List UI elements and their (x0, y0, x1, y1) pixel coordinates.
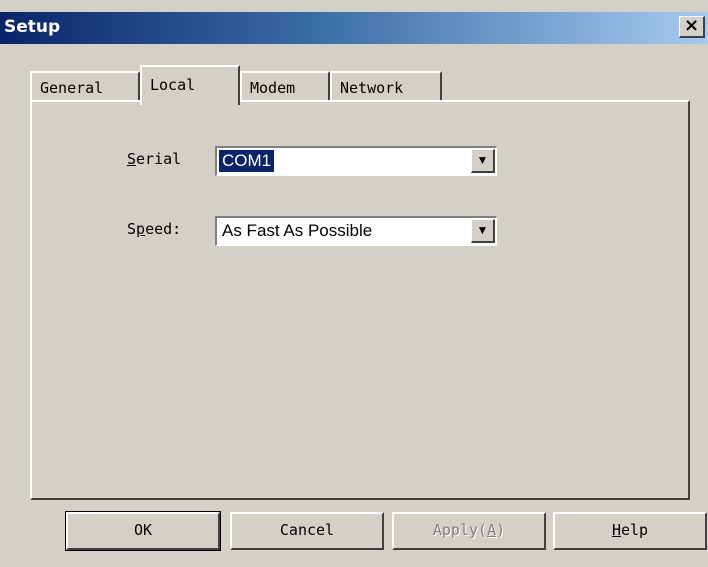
help-label: Help (611, 521, 649, 539)
tab-network-label: Network (340, 79, 404, 97)
serial-select[interactable]: COM1 ▼ (215, 146, 497, 176)
title-bar[interactable]: Setup × (0, 12, 708, 44)
cancel-button[interactable]: Cancel (230, 512, 384, 550)
speed-select[interactable]: As Fast As Possible ▼ (215, 216, 497, 246)
chevron-down-icon: ▼ (476, 223, 489, 237)
window-title: Setup (4, 17, 61, 37)
tab-modem[interactable]: Modem (240, 71, 330, 101)
speed-value: As Fast As Possible (222, 221, 373, 240)
help-button[interactable]: Help (553, 512, 707, 550)
tab-modem-label: Modem (250, 79, 296, 97)
tab-panel-local: Serial COM1 ▼ Speed: As Fast As Possible… (30, 100, 690, 500)
apply-label: Apply(A) (432, 521, 506, 539)
setup-dialog: Setup × General Local Modem Network Seri… (0, 0, 708, 567)
tab-general-label: General (40, 79, 104, 97)
tab-network[interactable]: Network (330, 71, 442, 101)
serial-value: COM1 (217, 149, 276, 173)
chevron-down-icon: ▼ (476, 153, 489, 167)
tab-general[interactable]: General (30, 71, 140, 101)
ok-button[interactable]: OK (65, 511, 221, 551)
serial-label: Serial (127, 150, 182, 168)
tab-strip: General Local Modem Network (30, 65, 690, 105)
cancel-label: Cancel (279, 521, 335, 539)
tab-local[interactable]: Local (140, 65, 240, 105)
close-button[interactable]: × (679, 16, 705, 38)
speed-dropdown-button[interactable]: ▼ (471, 219, 495, 243)
close-icon: × (683, 15, 700, 36)
ok-label: OK (133, 521, 153, 539)
tab-local-label: Local (150, 76, 196, 94)
apply-button[interactable]: Apply(A) (392, 512, 546, 550)
serial-dropdown-button[interactable]: ▼ (471, 149, 495, 173)
speed-label: Speed: (127, 220, 182, 238)
